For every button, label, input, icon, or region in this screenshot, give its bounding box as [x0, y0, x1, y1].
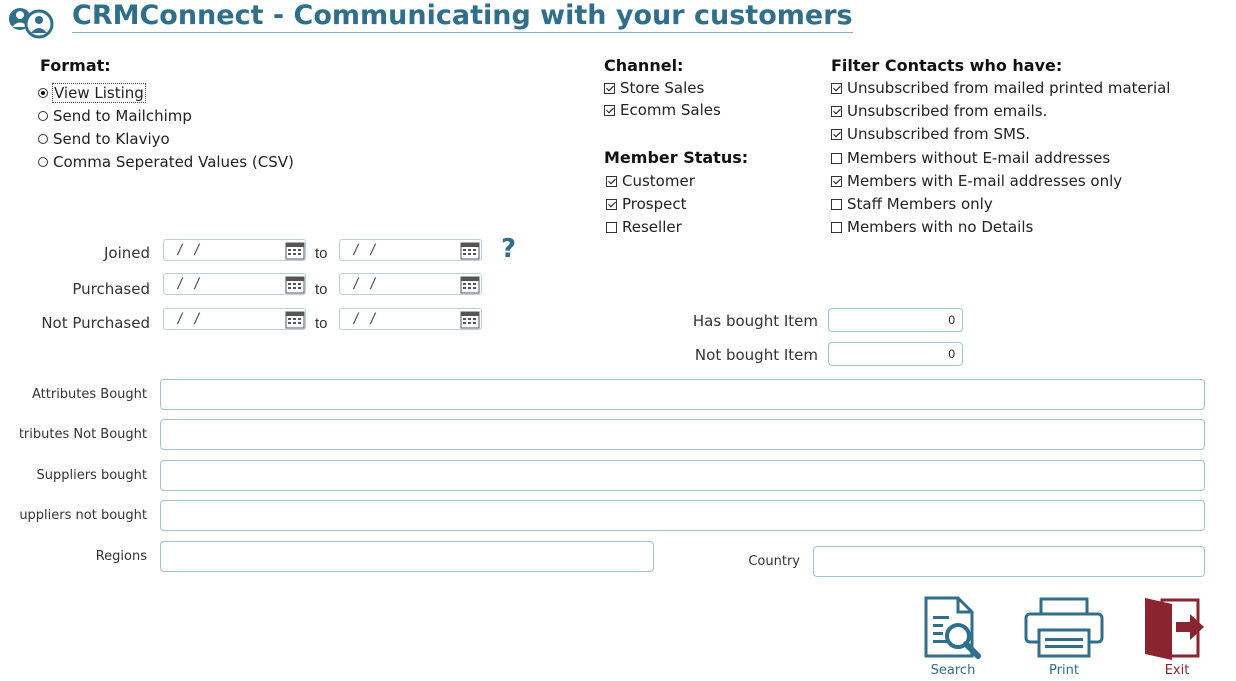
checkbox[interactable] [831, 198, 842, 210]
filter-no-email[interactable]: Members without E-mail addresses [831, 149, 1110, 167]
checkbox[interactable] [831, 175, 842, 187]
exit-button-label: Exit [1164, 663, 1190, 678]
radio-selected[interactable] [38, 88, 48, 98]
purchased-label: Purchased [72, 280, 150, 298]
suppliers-not-bought-label: Suppliers not bought [20, 508, 147, 523]
search-button[interactable]: Search [916, 596, 990, 678]
calendar-icon[interactable] [460, 240, 480, 260]
radio[interactable] [38, 134, 48, 144]
checkbox[interactable] [606, 175, 617, 187]
checkbox[interactable] [831, 82, 842, 94]
help-icon[interactable]: ? [501, 234, 516, 264]
attributes-bought-label: Attributes Bought [31, 387, 147, 402]
radio[interactable] [38, 157, 48, 167]
status-prospect[interactable]: Prospect [606, 195, 687, 213]
country-label: Country [748, 554, 800, 569]
status-reseller[interactable]: Reseller [606, 218, 682, 236]
to-label: to [315, 281, 328, 298]
channel-ecomm-sales[interactable]: Ecomm Sales [604, 101, 721, 119]
calendar-icon[interactable] [285, 240, 305, 260]
checkbox[interactable] [831, 152, 842, 164]
regions-input[interactable] [160, 541, 654, 572]
filter-no-details[interactable]: Members with no Details [831, 218, 1033, 236]
joined-label: Joined [103, 244, 150, 262]
member-status-heading: Member Status: [604, 148, 749, 167]
print-button-label: Print [1049, 663, 1079, 678]
country-input[interactable] [813, 546, 1205, 577]
crmconnect-logo-icon [9, 8, 54, 39]
to-label: to [315, 315, 328, 332]
search-button-label: Search [930, 663, 976, 678]
calendar-icon[interactable] [460, 274, 480, 294]
filter-unsub-sms[interactable]: Unsubscribed from SMS. [831, 125, 1030, 143]
has-bought-item-label: Has bought Item [692, 312, 818, 330]
suppliers-bought-label: Suppliers bought [36, 468, 148, 483]
format-option-csv[interactable]: Comma Seperated Values (CSV) [38, 153, 294, 171]
exit-button[interactable]: Exit [1140, 596, 1214, 678]
checkbox[interactable] [604, 82, 615, 94]
filter-staff-only[interactable]: Staff Members only [831, 195, 993, 213]
search-document-icon [924, 596, 981, 659]
filter-unsub-email[interactable]: Unsubscribed from emails. [831, 102, 1047, 120]
checkbox[interactable] [606, 221, 617, 233]
calendar-icon[interactable] [285, 274, 305, 294]
filter-unsub-mail[interactable]: Unsubscribed from mailed printed materia… [831, 79, 1170, 97]
printer-icon [1024, 597, 1104, 658]
format-option-mailchimp[interactable]: Send to Mailchimp [38, 107, 192, 125]
checkbox[interactable] [606, 198, 617, 210]
status-customer[interactable]: Customer [606, 172, 695, 190]
channel-store-sales[interactable]: Store Sales [604, 79, 704, 97]
to-label: to [315, 245, 328, 262]
calendar-icon[interactable] [285, 309, 305, 329]
exit-door-icon [1145, 598, 1204, 660]
suppliers-not-bought-input[interactable] [160, 500, 1205, 531]
format-option-view-listing[interactable]: View Listing [38, 83, 146, 103]
radio[interactable] [38, 111, 48, 121]
filter-heading: Filter Contacts who have: [831, 56, 1063, 75]
regions-label: Regions [95, 549, 147, 564]
checkbox[interactable] [831, 221, 842, 233]
not-bought-item-input[interactable]: 0 [828, 342, 963, 366]
format-option-klaviyo[interactable]: Send to Klaviyo [38, 130, 170, 148]
checkbox[interactable] [604, 104, 615, 116]
attributes-not-bought-input[interactable] [160, 419, 1205, 450]
checkbox[interactable] [831, 105, 842, 117]
attributes-bought-input[interactable] [160, 379, 1205, 410]
format-heading: Format: [40, 56, 111, 75]
checkbox[interactable] [831, 128, 842, 140]
filter-email-only[interactable]: Members with E-mail addresses only [831, 172, 1122, 190]
print-button[interactable]: Print [1022, 596, 1106, 678]
channel-heading: Channel: [604, 56, 684, 75]
suppliers-bought-input[interactable] [160, 460, 1205, 491]
calendar-icon[interactable] [460, 309, 480, 329]
not-purchased-label: Not Purchased [41, 314, 150, 332]
not-bought-item-label: Not bought Item [694, 346, 818, 364]
has-bought-item-input[interactable]: 0 [828, 308, 963, 332]
page-title: CRMConnect - Communicating with your cus… [72, 0, 853, 33]
attributes-not-bought-label: Attributes Not Bought [20, 427, 147, 442]
